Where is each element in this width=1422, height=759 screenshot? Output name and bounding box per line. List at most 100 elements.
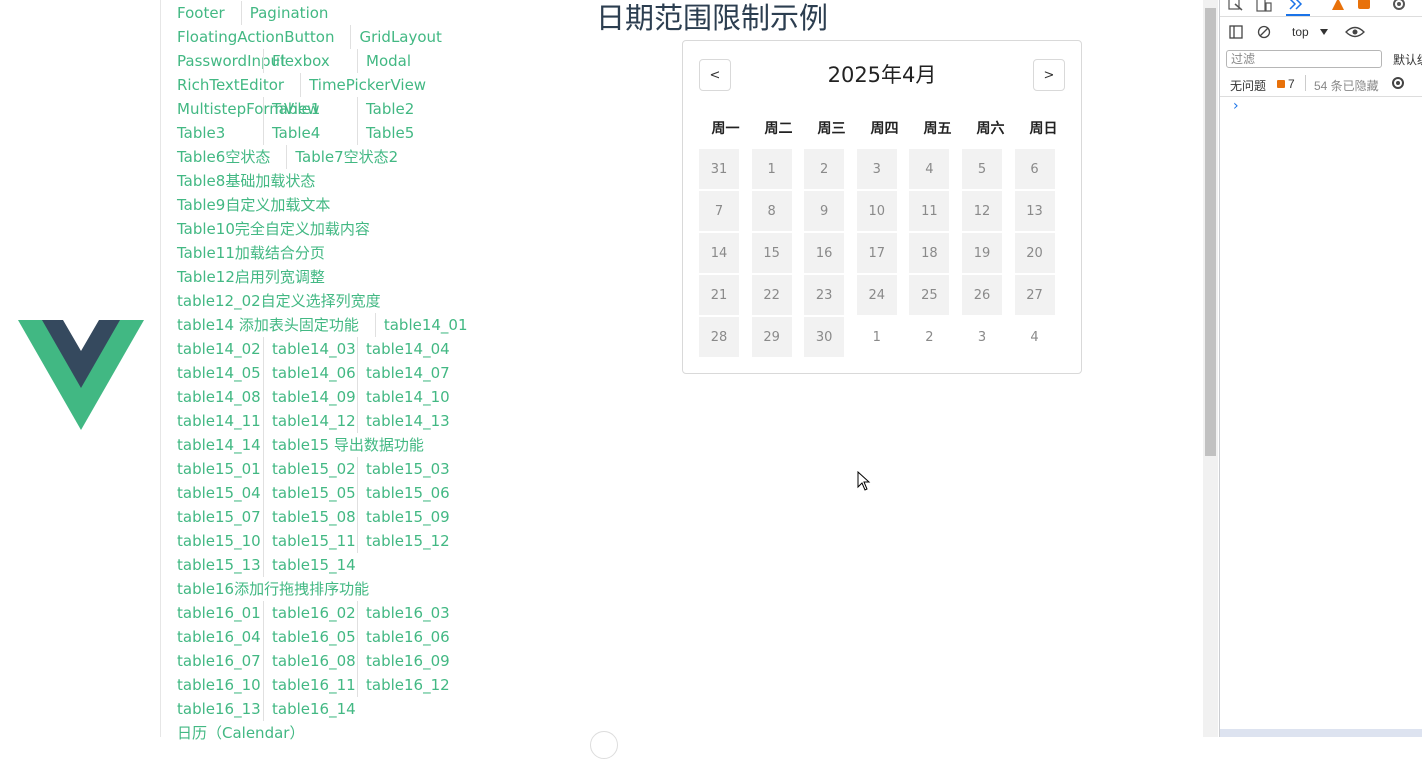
- calendar-day[interactable]: 1: [751, 149, 792, 189]
- nav-link[interactable]: table15_03: [357, 457, 451, 481]
- nav-link[interactable]: table14_08: [169, 385, 263, 409]
- issues-label[interactable]: 无问题: [1230, 77, 1266, 94]
- calendar-day[interactable]: 1: [857, 317, 897, 357]
- calendar-day[interactable]: 8: [751, 191, 792, 231]
- nav-link[interactable]: table14 添加表头固定功能: [169, 313, 375, 337]
- calendar-day[interactable]: 17: [856, 233, 897, 273]
- nav-link[interactable]: table16_09: [357, 649, 451, 673]
- calendar-day[interactable]: 22: [751, 275, 792, 315]
- nav-link[interactable]: Table6空状态: [169, 145, 286, 169]
- calendar-day[interactable]: 12: [961, 191, 1002, 231]
- calendar-day[interactable]: 25: [909, 275, 950, 315]
- settings-gear-icon[interactable]: [1392, 0, 1406, 11]
- nav-link[interactable]: table16_11: [263, 673, 357, 697]
- console-filter-input[interactable]: 过滤: [1226, 50, 1382, 68]
- calendar-day[interactable]: 14: [699, 233, 739, 273]
- error-icon[interactable]: [1357, 0, 1371, 11]
- calendar-day[interactable]: 16: [804, 233, 845, 273]
- calendar-day[interactable]: 20: [1014, 233, 1055, 273]
- nav-link[interactable]: table14_09: [263, 385, 357, 409]
- nav-link[interactable]: table14_04: [357, 337, 451, 361]
- calendar-day[interactable]: 10: [856, 191, 897, 231]
- calendar-day[interactable]: 13: [1014, 191, 1055, 231]
- console-settings-gear-icon[interactable]: [1391, 76, 1405, 90]
- calendar-day[interactable]: 3: [962, 317, 1002, 357]
- calendar-day[interactable]: 27: [1014, 275, 1055, 315]
- chevron-down-icon[interactable]: [1319, 28, 1329, 36]
- nav-link[interactable]: table15_10: [169, 529, 263, 553]
- nav-link[interactable]: Table1: [263, 97, 357, 121]
- calendar-day[interactable]: 7: [699, 191, 739, 231]
- calendar-day[interactable]: 15: [751, 233, 792, 273]
- nav-link[interactable]: table15_07: [169, 505, 263, 529]
- nav-link[interactable]: table16添加行拖拽排序功能: [169, 577, 385, 601]
- nav-link[interactable]: table16_08: [263, 649, 357, 673]
- nav-link[interactable]: Footer: [169, 1, 241, 25]
- nav-link[interactable]: Table2: [357, 97, 451, 121]
- nav-link[interactable]: table15_14: [263, 553, 357, 577]
- calendar-day[interactable]: 19: [961, 233, 1002, 273]
- nav-link[interactable]: table16_03: [357, 601, 451, 625]
- calendar-day[interactable]: 26: [961, 275, 1002, 315]
- nav-link[interactable]: Pagination: [240, 1, 345, 25]
- inspect-icon[interactable]: [1228, 0, 1244, 12]
- calendar-day[interactable]: 21: [699, 275, 739, 315]
- nav-link[interactable]: GridLayout: [350, 25, 457, 49]
- nav-link[interactable]: table14_06: [263, 361, 357, 385]
- nav-link[interactable]: Table10完全自定义加载内容: [169, 217, 386, 241]
- nav-link[interactable]: table16_13: [169, 697, 263, 721]
- calendar-day[interactable]: 23: [804, 275, 845, 315]
- nav-link[interactable]: table15_02: [263, 457, 357, 481]
- nav-link[interactable]: table14_10: [357, 385, 451, 409]
- nav-link[interactable]: table14_05: [169, 361, 263, 385]
- warning-icon[interactable]: [1331, 0, 1345, 11]
- nav-link[interactable]: table14_03: [263, 337, 357, 361]
- calendar-day[interactable]: 4: [1015, 317, 1055, 357]
- next-month-button[interactable]: >: [1033, 59, 1065, 91]
- nav-link[interactable]: Table9自定义加载文本: [169, 193, 346, 217]
- calendar-day[interactable]: 29: [751, 317, 792, 357]
- nav-link[interactable]: table15_11: [263, 529, 357, 553]
- calendar-day[interactable]: 2: [804, 149, 845, 189]
- context-selector[interactable]: top: [1292, 25, 1309, 39]
- nav-link[interactable]: table14_14: [169, 433, 263, 457]
- nav-link[interactable]: table15_04: [169, 481, 263, 505]
- nav-link[interactable]: table15_06: [357, 481, 451, 505]
- nav-link[interactable]: table12_02自定义选择列宽度: [169, 289, 397, 313]
- nav-link[interactable]: table15_09: [357, 505, 451, 529]
- nav-link[interactable]: MultistepFormView: [169, 97, 320, 121]
- nav-link[interactable]: table16_14: [263, 697, 357, 721]
- console-prompt-arrow[interactable]: ›: [1233, 98, 1239, 114]
- nav-link[interactable]: table16_04: [169, 625, 263, 649]
- nav-link[interactable]: Table7空状态2: [286, 145, 414, 169]
- live-expression-eye-icon[interactable]: [1345, 25, 1365, 39]
- nav-link[interactable]: table16_10: [169, 673, 263, 697]
- calendar-day[interactable]: 24: [856, 275, 897, 315]
- nav-link[interactable]: RichTextEditor: [169, 73, 300, 97]
- calendar-day[interactable]: 11: [909, 191, 950, 231]
- clear-console-icon[interactable]: [1257, 25, 1271, 39]
- sidebar-toggle-icon[interactable]: [1229, 25, 1243, 39]
- nav-link[interactable]: 日历（Calendar）: [169, 721, 320, 745]
- nav-link[interactable]: Table3: [169, 121, 263, 145]
- calendar-day[interactable]: 9: [804, 191, 845, 231]
- nav-link[interactable]: table14_07: [357, 361, 451, 385]
- nav-link[interactable]: Modal: [357, 49, 451, 73]
- nav-link[interactable]: Table8基础加载状态: [169, 169, 331, 193]
- calendar-day[interactable]: 18: [909, 233, 950, 273]
- calendar-day[interactable]: 4: [909, 149, 950, 189]
- nav-link[interactable]: table16_05: [263, 625, 357, 649]
- nav-link[interactable]: Table11加载结合分页: [169, 241, 341, 265]
- nav-link[interactable]: table15_05: [263, 481, 357, 505]
- calendar-day[interactable]: 2: [909, 317, 949, 357]
- more-tabs-icon[interactable]: [1286, 0, 1310, 16]
- nav-link[interactable]: table15_12: [357, 529, 451, 553]
- nav-link[interactable]: table15_08: [263, 505, 357, 529]
- nav-link[interactable]: table16_06: [357, 625, 451, 649]
- nav-link[interactable]: Table4: [263, 121, 357, 145]
- nav-link[interactable]: Table12启用列宽调整: [169, 265, 341, 289]
- nav-link[interactable]: table14_02: [169, 337, 263, 361]
- nav-link[interactable]: table15_13: [169, 553, 263, 577]
- nav-link[interactable]: table14_01: [374, 313, 484, 337]
- calendar-day[interactable]: 3: [856, 149, 897, 189]
